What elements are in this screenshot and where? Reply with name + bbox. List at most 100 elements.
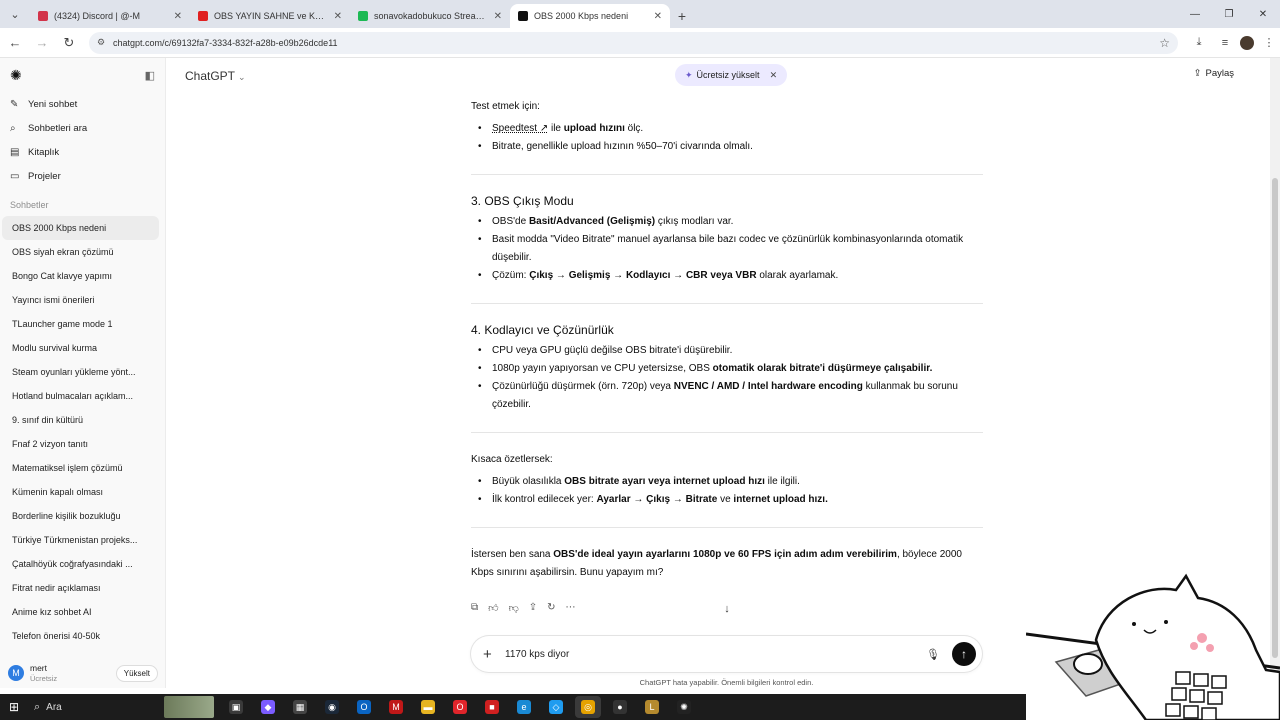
thumbs-up-icon[interactable]: 👍︎ (488, 602, 498, 614)
sidebar-chat-item[interactable]: Fitrat nedir açıklaması (2, 576, 159, 600)
divider (471, 303, 983, 304)
new-tab-button[interactable]: + (670, 4, 694, 28)
widgets-icon[interactable] (164, 696, 214, 718)
model-selector[interactable]: ChatGPT ⌄ (185, 69, 246, 83)
text-segment: ile ilgili. (764, 476, 800, 487)
sidebar-chat-item[interactable]: Çatalhöyük coğrafyasındaki ... (2, 552, 159, 576)
send-button[interactable]: ↑ (952, 642, 976, 666)
taskbar-app[interactable]: ◎ (575, 696, 601, 718)
copy-icon[interactable]: ⧉ (471, 602, 478, 614)
reload-icon[interactable]: ↻ (57, 31, 81, 55)
taskbar-app[interactable]: ▣ (223, 696, 249, 718)
chats-section-title: Sohbetler (10, 200, 49, 210)
taskbar-app[interactable]: ◉ (319, 696, 345, 718)
sidebar-action[interactable]: ⌕ Sohbetleri ara (0, 116, 165, 140)
taskbar-app[interactable]: ◇ (543, 696, 569, 718)
minimize-icon[interactable]: — (1178, 0, 1212, 28)
message-input[interactable]: 1170 kps diyor (505, 649, 926, 660)
sidebar-chat-item[interactable]: Kümenin kapalı olması (2, 480, 159, 504)
regenerate-icon[interactable]: ↻ (547, 602, 555, 614)
reading-list-icon[interactable]: ≡ (1214, 32, 1236, 54)
browser-tab[interactable]: (4324) Discord | @-M ✕ (30, 4, 190, 28)
share-button[interactable]: ⇪ Paylaş (1194, 68, 1234, 79)
share-message-icon[interactable]: ⇪ (529, 602, 537, 614)
window-controls: — ❐ ✕ (1178, 0, 1280, 28)
sidebar-chat-item[interactable]: Yayıncı ismi önerileri (2, 288, 159, 312)
tab-search-icon[interactable]: ⌄ (0, 0, 30, 28)
close-window-icon[interactable]: ✕ (1246, 0, 1280, 28)
speedtest-link[interactable]: Speedtest ↗ (492, 123, 548, 134)
taskbar-app[interactable]: ▬ (415, 696, 441, 718)
url-field[interactable]: ⚙ chatgpt.com/c/69132fa7-3334-832f-a28b-… (88, 31, 1179, 54)
browser-tab[interactable]: sonavokadobukuco Stream - W ✕ (350, 4, 510, 28)
taskbar-app[interactable]: ▦ (287, 696, 313, 718)
taskbar-search[interactable]: ⌕ Ara (28, 696, 164, 718)
more-icon[interactable]: ⋯ (566, 602, 576, 614)
sidebar-chat-item[interactable]: Steam oyunları yükleme yönt... (2, 360, 159, 384)
sidebar-action[interactable]: ✎ Yeni sohbet (0, 92, 165, 116)
sidebar-chat-item[interactable]: OBS 2000 Kbps nedeni (2, 216, 159, 240)
user-name: mert (30, 663, 47, 673)
avatar[interactable]: M (8, 665, 24, 681)
restore-icon[interactable]: ❐ (1212, 0, 1246, 28)
sidebar-chat-item[interactable]: OBS siyah ekran çözümü (2, 240, 159, 264)
text-segment: olarak ayarlamak. (756, 270, 839, 281)
chatgpt-logo-icon[interactable]: ✺ (10, 67, 22, 84)
sidebar-chat-item[interactable]: Bongo Cat klavye yapımı (2, 264, 159, 288)
sidebar-action[interactable]: ▭ Projeler (0, 164, 165, 188)
microphone-icon[interactable]: 🎙︎ (926, 648, 940, 661)
forward-icon[interactable]: → (30, 31, 54, 55)
chevron-down-icon: ⌄ (238, 72, 246, 82)
sidebar-chat-item[interactable]: Anime kız sohbet AI (2, 600, 159, 624)
close-icon[interactable]: ✕ (770, 70, 778, 81)
sidebar-chat-item[interactable]: TLauncher game mode 1 (2, 312, 159, 336)
free-upgrade-pill[interactable]: ✦ Ücretsiz yükselt ✕ (675, 64, 788, 86)
taskbar-app[interactable]: ✺ (671, 696, 697, 718)
taskbar-app[interactable]: O (447, 696, 473, 718)
bookmark-star-icon[interactable]: ☆ (1159, 36, 1170, 50)
taskbar-app[interactable]: O (351, 696, 377, 718)
taskbar-app[interactable]: e (511, 696, 537, 718)
menu-icon[interactable]: ⋮ (1258, 32, 1280, 54)
taskbar-app[interactable]: ◆ (255, 696, 281, 718)
tab-label: OBS YAYIN SAHNE ve KAYNAK (214, 11, 328, 21)
sidebar-chat-item[interactable]: 9. sınıf din kültürü (2, 408, 159, 432)
tab-close-icon[interactable]: ✕ (494, 11, 502, 22)
sidebar-chat-item[interactable]: Hotland bulmacaları açıklam... (2, 384, 159, 408)
browser-tab[interactable]: OBS 2000 Kbps nedeni ✕ (510, 4, 670, 28)
sidebar-chat-item[interactable]: Telefon önerisi 40-50k (2, 624, 159, 648)
site-info-icon[interactable]: ⚙ (97, 37, 105, 48)
windows-start-icon[interactable]: ⊞ (0, 694, 28, 720)
taskbar-app[interactable]: M (383, 696, 409, 718)
browser-tab[interactable]: OBS YAYIN SAHNE ve KAYNAK ✕ (190, 4, 350, 28)
tab-close-icon[interactable]: ✕ (174, 11, 182, 22)
tab-favicon-icon (518, 11, 528, 21)
closing-paragraph: İstersen ben sana OBS'de ideal yayın aya… (471, 546, 983, 582)
sidebar-chat-item[interactable]: Modlu survival kurma (2, 336, 159, 360)
text-segment: OBS'de ideal yayın ayarlarını 1080p ve 6… (553, 549, 897, 560)
back-icon[interactable]: ← (3, 31, 27, 55)
text-segment: Çözünürlüğü düşürmek (örn. 720p) veya (492, 381, 674, 392)
upgrade-button[interactable]: Yükselt (115, 664, 158, 682)
search-icon: ⌕ (34, 700, 41, 713)
sidebar-chat-item[interactable]: Türkiye Türkmenistan projeks... (2, 528, 159, 552)
tab-close-icon[interactable]: ✕ (334, 11, 342, 22)
plus-icon[interactable]: + (483, 646, 499, 663)
sidebar-chat-item[interactable]: Borderline kişilik bozukluğu (2, 504, 159, 528)
opera-icon: O (453, 700, 467, 714)
taskbar-app[interactable]: L (639, 696, 665, 718)
thumbs-down-icon[interactable]: 👎︎ (509, 602, 519, 614)
sidebar-action[interactable]: ▤ Kitaplık (0, 140, 165, 164)
profile-avatar[interactable] (1240, 35, 1255, 50)
tab-label: (4324) Discord | @-M (54, 11, 140, 21)
sidebar-chat-item[interactable]: Matematiksel işlem çözümü (2, 456, 159, 480)
folder-icon: ▭ (10, 170, 20, 182)
taskbar-app[interactable]: ■ (479, 696, 505, 718)
user-panel[interactable]: M mert Ücretsiz Yükselt (0, 658, 166, 688)
sidebar-chat-item[interactable]: Fnaf 2 vizyon tanıtı (2, 432, 159, 456)
sidebar-toggle-icon[interactable]: ◧ (145, 69, 155, 82)
taskbar-app[interactable]: ● (607, 696, 633, 718)
tab-close-icon[interactable]: ✕ (654, 11, 662, 22)
scroll-down-arrow-icon[interactable]: ↓ (718, 600, 736, 618)
download-icon[interactable]: ⤓ (1188, 32, 1210, 54)
